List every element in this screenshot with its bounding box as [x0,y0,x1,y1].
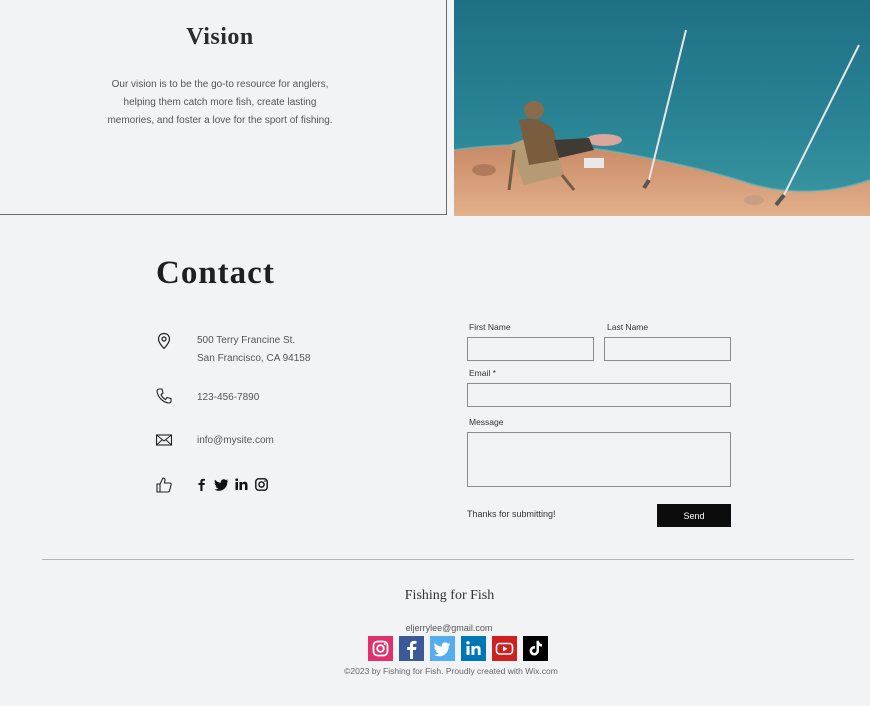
thumbs-up-icon [155,476,173,494]
email-label: Email * [469,368,496,378]
vision-title: Vision [186,24,254,50]
footer-social-bar [368,636,548,661]
tiktok-icon[interactable] [523,636,548,661]
first-name-label: First Name [469,322,511,332]
first-name-field[interactable] [467,337,594,361]
phone-icon [155,387,173,405]
vision-line: memories, and foster a love for the spor… [107,115,333,126]
divider [42,559,854,560]
vision-line: Our vision is to be the go-to resource f… [111,79,329,90]
envelope-icon [155,431,173,449]
fisherman-photo [454,0,870,216]
facebook-icon[interactable] [194,477,209,492]
vision-text: Our vision is to be the go-to resource f… [90,76,350,130]
address-line: 500 Terry Francine St. [197,335,296,346]
facebook-icon[interactable] [399,636,424,661]
message-field[interactable] [467,432,731,487]
footer-brand: Fishing for Fish [404,588,495,603]
map-pin-icon [155,332,173,350]
message-label: Message [469,417,504,427]
address-line: San Francisco, CA 94158 [197,353,311,364]
address: 500 Terry Francine St. San Francisco, CA… [197,332,310,368]
email-link[interactable]: info@mysite.com [197,432,274,450]
phone-number[interactable]: 123-456-7890 [197,389,259,407]
copyright: ©2023 by Fishing for Fish. Proudly creat… [344,666,558,676]
linkedin-icon[interactable] [461,636,486,661]
instagram-icon[interactable] [368,636,393,661]
send-button[interactable]: Send [657,504,731,527]
twitter-icon[interactable] [214,477,229,492]
last-name-label: Last Name [607,322,649,332]
vision-line: helping them catch more fish, create las… [123,97,317,108]
vision-section: Vision Our vision is to be the go-to res… [0,0,447,215]
youtube-icon[interactable] [492,636,517,661]
email-field[interactable] [467,383,731,407]
twitter-icon[interactable] [430,636,455,661]
instagram-icon[interactable] [254,477,269,492]
footer-email[interactable]: eljerrylee@gmail.com [0,623,870,633]
contact-title: Contact [156,255,275,291]
submit-confirmation: Thanks for submitting! [467,509,556,519]
linkedin-icon[interactable] [234,477,249,492]
contact-social-bar [194,477,269,492]
last-name-field[interactable] [604,337,731,361]
